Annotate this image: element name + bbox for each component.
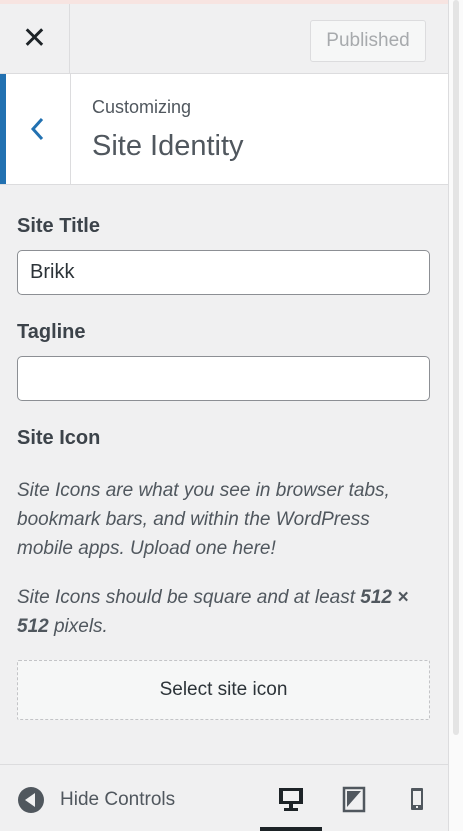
site-title-input[interactable]: [17, 250, 430, 295]
mobile-icon: [411, 788, 423, 810]
section-title: Site Identity: [92, 130, 244, 162]
preview-desktop-button[interactable]: [260, 781, 322, 831]
back-button[interactable]: [0, 74, 71, 184]
customizer-footer: Hide Controls: [0, 764, 448, 831]
hide-controls-label: Hide Controls: [60, 789, 176, 810]
customizer-header: ✕ Published: [0, 4, 448, 74]
preview-tablet-button[interactable]: [323, 781, 385, 831]
preview-mobile-button[interactable]: [386, 781, 448, 831]
site-icon-size-note: Site Icons should be square and at least…: [17, 587, 409, 637]
desktop-icon: [279, 788, 303, 811]
tablet-icon: [342, 786, 366, 813]
site-icon-label: Site Icon: [17, 427, 101, 449]
close-icon: ✕: [21, 22, 48, 55]
hide-controls-button[interactable]: Hide Controls: [18, 785, 175, 815]
close-customizer-button[interactable]: ✕: [0, 4, 70, 73]
collapse-arrow-icon: [18, 787, 44, 813]
published-button[interactable]: Published: [310, 20, 426, 62]
customizer-panel: ✕ Published Customizing Site Identity Si…: [0, 0, 463, 831]
site-icon-description: Site Icons are what you see in browser t…: [17, 480, 390, 559]
preview-edge: [448, 0, 463, 831]
tagline-input[interactable]: [17, 356, 430, 401]
tagline-label: Tagline: [17, 321, 86, 343]
chevron-left-icon: [30, 117, 44, 141]
select-site-icon-button[interactable]: Select site icon: [17, 660, 430, 720]
scrollbar-thumb[interactable]: [453, 0, 459, 735]
section-header: Customizing Site Identity: [0, 74, 448, 185]
site-title-label: Site Title: [17, 215, 100, 237]
breadcrumb: Customizing: [92, 97, 192, 117]
